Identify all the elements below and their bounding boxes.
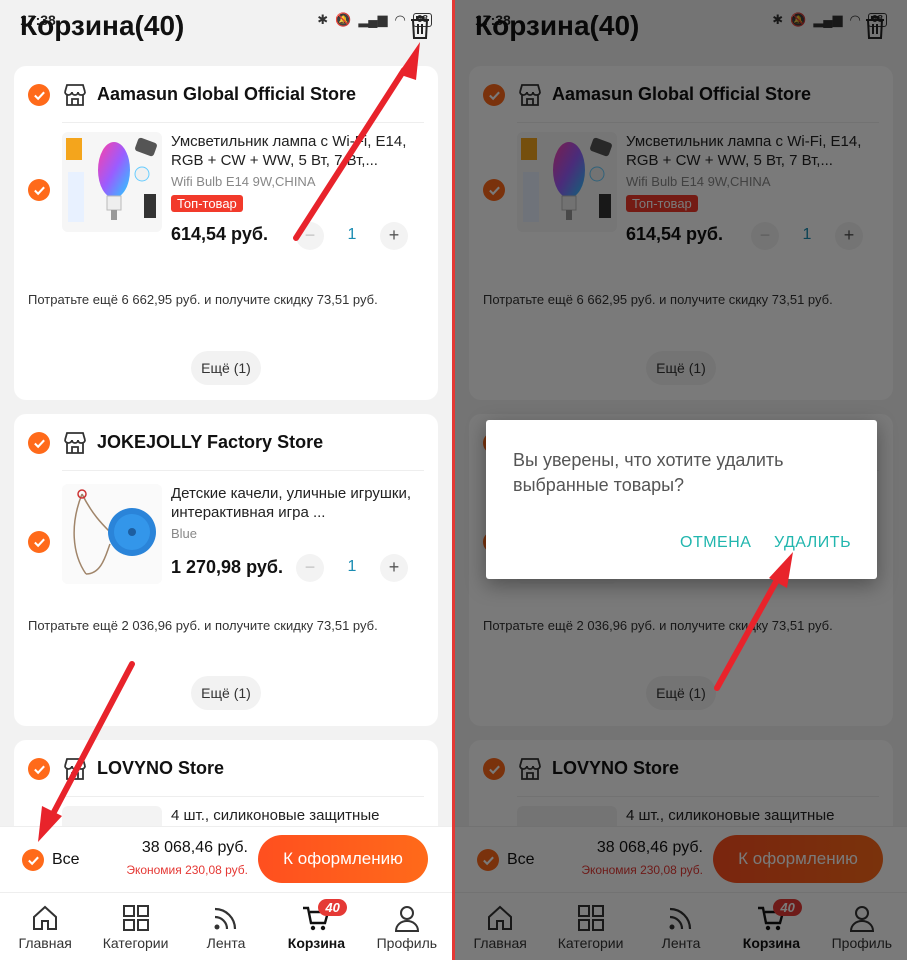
select-all-label[interactable]: Все — [52, 851, 80, 869]
tab-bar: Главная Категории Лента 40 Корзина Профи… — [0, 892, 452, 960]
store-header: JOKEJOLLY Factory Store — [14, 428, 438, 458]
item-checkbox[interactable] — [28, 179, 50, 201]
discount-promo: Потратьте ещё 2 036,96 руб. и получите с… — [28, 618, 378, 633]
tab-label: Категории — [102, 935, 169, 951]
categories-icon — [122, 905, 149, 931]
wifi-icon: ◠ — [394, 12, 406, 27]
tab-label: Профиль — [376, 935, 438, 951]
tab-feed[interactable]: Лента — [181, 893, 271, 960]
profile-icon — [394, 906, 419, 932]
discount-promo: Потратьте ещё 6 662,95 руб. и получите с… — [28, 292, 378, 307]
store-checkbox[interactable] — [28, 758, 50, 780]
store-header: LOVYNO Store — [14, 754, 438, 784]
cart-count-badge: 40 — [318, 899, 347, 916]
item-price: 614,54 руб. — [171, 224, 268, 244]
confirm-delete-dialog: Вы уверены, что хотите удалить выбранные… — [486, 420, 877, 579]
product-image-bulb[interactable] — [62, 132, 162, 232]
quantity-stepper: − 1 + — [296, 222, 408, 250]
tab-label: Главная — [18, 935, 72, 951]
item-variant[interactable]: Wifi Bulb E14 9W,CHINA — [171, 174, 316, 189]
divider — [62, 470, 424, 471]
screen-after: 17:38 ✱ 🔕 ▂▄▆ ◠ 68 Корзина(40) Aamasun G… — [455, 0, 907, 960]
store-name[interactable]: LOVYNO Store — [97, 758, 224, 779]
tab-categories[interactable]: Категории — [90, 893, 180, 960]
quantity-value[interactable]: 1 — [324, 558, 380, 576]
page-title: Корзина(40) — [20, 10, 185, 41]
tab-home[interactable]: Главная — [0, 893, 90, 960]
savings-text: Экономия 230,08 руб. — [126, 863, 248, 877]
product-image-swing[interactable] — [62, 484, 162, 584]
item-price: 1 270,98 руб. — [171, 557, 283, 577]
item-title[interactable]: 4 шт., силиконовые защитные — [171, 806, 422, 825]
store-icon — [64, 432, 86, 454]
decrease-button[interactable]: − — [296, 554, 324, 582]
cart-total: 38 068,46 руб. — [141, 839, 248, 856]
cancel-button[interactable]: ОТМЕНА — [680, 534, 751, 552]
divider — [62, 796, 424, 797]
tab-cart[interactable]: 40 Корзина — [271, 893, 361, 960]
decrease-button[interactable]: − — [296, 222, 324, 250]
item-variant[interactable]: Blue — [171, 526, 197, 541]
more-items-button[interactable]: Ещё (1) — [191, 676, 261, 710]
quantity-value[interactable]: 1 — [324, 226, 380, 244]
feed-icon — [214, 907, 237, 930]
mute-icon: 🔕 — [335, 12, 352, 27]
more-items-button[interactable]: Ещё (1) — [191, 351, 261, 385]
store-header: Aamasun Global Official Store — [14, 80, 438, 110]
store-checkbox[interactable] — [28, 432, 50, 454]
tab-label: Корзина — [287, 935, 346, 951]
cart-item[interactable]: Умсветильник лампа с Wi-Fi, E14, RGB + C… — [14, 130, 438, 250]
increase-button[interactable]: + — [380, 554, 408, 582]
delete-button[interactable]: УДАЛИТЬ — [774, 534, 851, 552]
store-name[interactable]: Aamasun Global Official Store — [97, 84, 356, 105]
store-card: Aamasun Global Official Store — [14, 66, 438, 400]
increase-button[interactable]: + — [380, 222, 408, 250]
trash-icon[interactable] — [408, 14, 432, 40]
screen-before: 17:38 ✱ 🔕 ▂▄▆ ◠ 68 Корзина(40) Aamasun G… — [0, 0, 452, 960]
select-all-checkbox[interactable] — [22, 849, 44, 871]
item-checkbox[interactable] — [28, 531, 50, 553]
dialog-message: Вы уверены, что хотите удалить выбранные… — [513, 450, 784, 495]
cart-item[interactable]: Детские качели, уличные игрушки, интерак… — [14, 482, 438, 602]
quantity-stepper: − 1 + — [296, 554, 408, 582]
store-card: JOKEJOLLY Factory Store Детские качели, … — [14, 414, 438, 726]
home-icon — [33, 905, 58, 930]
top-product-badge: Топ-товар — [171, 195, 243, 212]
item-title[interactable]: Детские качели, уличные игрушки, интерак… — [171, 484, 422, 522]
divider — [62, 122, 424, 123]
tab-label: Лента — [206, 935, 246, 951]
item-title[interactable]: Умсветильник лампа с Wi-Fi, E14, RGB + C… — [171, 132, 422, 170]
checkout-bar: Все 38 068,46 руб. Экономия 230,08 руб. … — [0, 826, 452, 892]
store-icon — [64, 758, 86, 780]
store-name[interactable]: JOKEJOLLY Factory Store — [97, 432, 323, 453]
bluetooth-icon: ✱ — [317, 12, 329, 27]
checkout-button[interactable]: К оформлению — [258, 835, 428, 883]
store-icon — [64, 84, 86, 106]
store-checkbox[interactable] — [28, 84, 50, 106]
tab-profile[interactable]: Профиль — [362, 893, 452, 960]
signal-icon: ▂▄▆ — [358, 12, 388, 27]
